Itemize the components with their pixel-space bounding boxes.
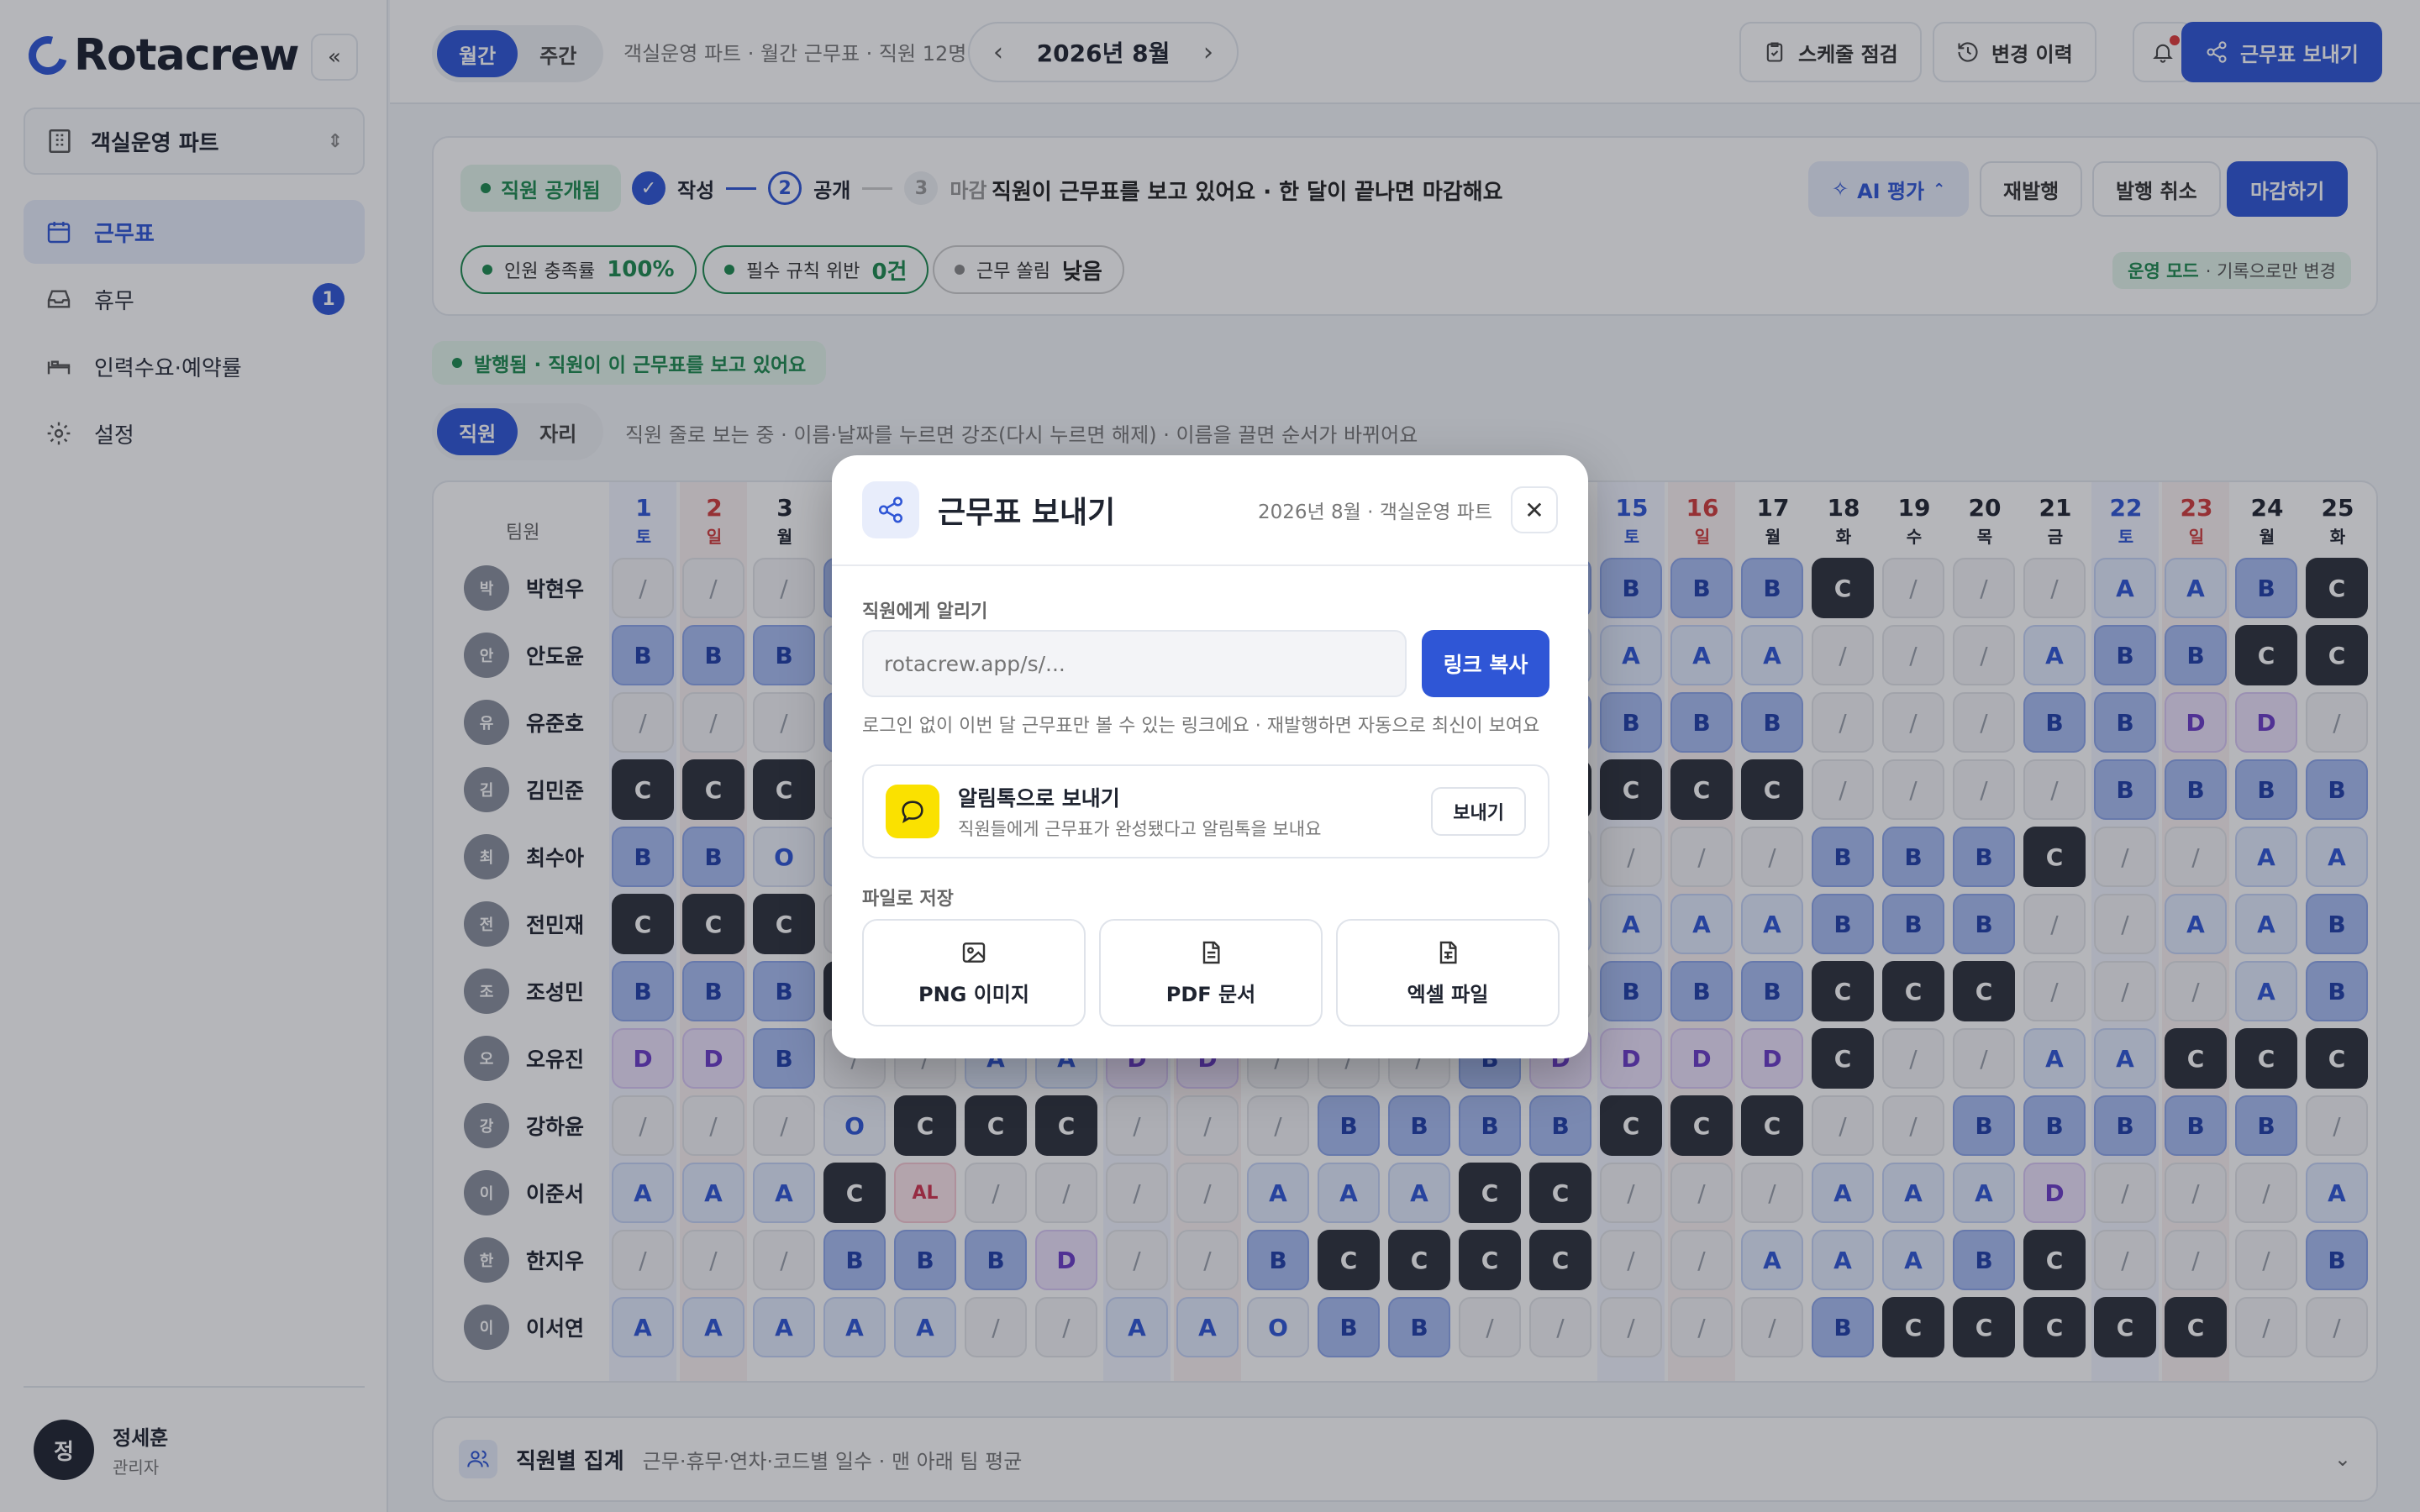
kakao-title: 알림톡으로 보내기 <box>958 786 1120 811</box>
spreadsheet-icon <box>1439 941 1457 963</box>
link-note: 로그인 없이 이번 달 근무표만 볼 수 있는 링크에요 · 재발행하면 자동으… <box>862 716 1540 737</box>
notify-section-label: 직원에게 알리기 <box>862 601 988 622</box>
export-excel-label: 엑셀 파일 <box>1407 982 1489 1006</box>
modal-title: 근무표 보내기 <box>938 496 1116 530</box>
modal-subtitle: 2026년 8월 · 객실운영 파트 <box>1257 501 1492 523</box>
image-icon <box>962 942 986 963</box>
document-icon <box>1202 941 1220 963</box>
share-icon <box>862 481 919 538</box>
export-pdf-label: PDF 문서 <box>1165 982 1256 1006</box>
file-section-label: 파일로 저장 <box>862 889 954 910</box>
kakao-notify-card: 알림톡으로 보내기 직원들에게 근무표가 완성됐다고 알림톡을 보내요 보내기 <box>862 764 1549 858</box>
modal-header: 근무표 보내기 2026년 8월 · 객실운영 파트 ✕ <box>832 455 1588 566</box>
chat-bubble-icon <box>886 785 939 838</box>
export-png-button[interactable]: PNG 이미지 <box>862 919 1086 1026</box>
export-pdf-button[interactable]: PDF 문서 <box>1099 919 1323 1026</box>
send-schedule-modal: 근무표 보내기 2026년 8월 · 객실운영 파트 ✕ 직원에게 알리기 링크… <box>832 455 1588 1058</box>
copy-link-button[interactable]: 링크 복사 <box>1422 630 1549 697</box>
share-link-field[interactable] <box>862 630 1407 697</box>
kakao-send-button[interactable]: 보내기 <box>1431 787 1526 836</box>
close-icon[interactable]: ✕ <box>1511 486 1558 533</box>
export-excel-button[interactable]: 엑셀 파일 <box>1336 919 1560 1026</box>
export-png-label: PNG 이미지 <box>918 982 1029 1006</box>
kakao-desc: 직원들에게 근무표가 완성됐다고 알림톡을 보내요 <box>958 819 1322 839</box>
